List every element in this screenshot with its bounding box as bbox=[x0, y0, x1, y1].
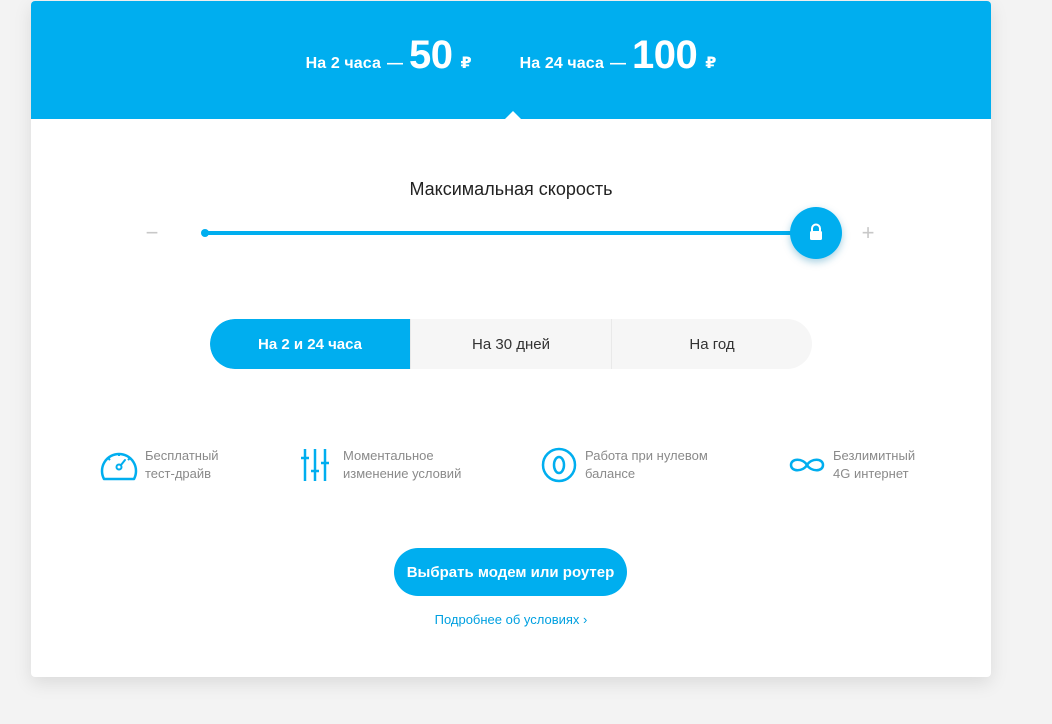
zero-balance-icon bbox=[539, 445, 579, 485]
tab-2-and-24-hours[interactable]: На 2 и 24 часа bbox=[210, 319, 410, 369]
period-tabs: На 2 и 24 часа На 30 дней На год bbox=[210, 319, 812, 369]
ruble-sign: ₽ bbox=[460, 55, 472, 72]
header-notch bbox=[504, 111, 522, 120]
feature-line: 4G интернет bbox=[833, 466, 909, 481]
choose-modem-button[interactable]: Выбрать модем или роутер bbox=[394, 548, 627, 596]
price-value: 50 bbox=[408, 33, 453, 77]
feature-line: балансе bbox=[585, 466, 636, 481]
feature-line: Бесплатный bbox=[145, 448, 219, 463]
features-row: Бесплатный тест-драйв Моментальное измен… bbox=[31, 445, 991, 485]
price-24-hours: На 24 часа — 100 ₽ bbox=[520, 35, 717, 75]
feature-text: Моментальное изменение условий bbox=[343, 447, 461, 483]
ruble-sign: ₽ bbox=[705, 55, 717, 72]
feature-unlimited: Безлимитный 4G интернет bbox=[787, 445, 915, 485]
price-2-hours: На 2 часа — 50 ₽ bbox=[306, 35, 472, 75]
price-dash: — bbox=[386, 55, 403, 72]
price-header: На 2 часа — 50 ₽ На 24 часа — 100 ₽ bbox=[31, 1, 991, 120]
sliders-icon bbox=[297, 445, 337, 485]
speed-slider-thumb[interactable] bbox=[790, 207, 842, 259]
feature-text: Бесплатный тест-драйв bbox=[145, 447, 219, 483]
feature-instant-change: Моментальное изменение условий bbox=[297, 445, 461, 485]
price-row: На 2 часа — 50 ₽ На 24 часа — 100 ₽ bbox=[31, 35, 991, 81]
speed-increase-button[interactable]: + bbox=[859, 222, 877, 244]
speed-decrease-button[interactable]: − bbox=[143, 222, 161, 244]
price-label: На 24 часа bbox=[519, 55, 604, 72]
infinity-icon bbox=[787, 445, 827, 485]
details-link[interactable]: Подробнее об условиях › bbox=[31, 612, 991, 627]
price-label: На 2 часа bbox=[305, 55, 381, 72]
feature-zero-balance: Работа при нулевом балансе bbox=[539, 445, 708, 485]
feature-line: Безлимитный bbox=[833, 448, 916, 463]
tab-year[interactable]: На год bbox=[611, 319, 812, 369]
price-value: 100 bbox=[631, 33, 698, 77]
speed-title: Максимальная скорость bbox=[409, 179, 613, 199]
feature-text: Работа при нулевом балансе bbox=[585, 447, 708, 483]
lock-icon bbox=[810, 223, 822, 240]
feature-line: изменение условий bbox=[343, 466, 462, 481]
tariff-card: На 2 часа — 50 ₽ На 24 часа — 100 ₽ Макс… bbox=[31, 1, 991, 677]
speed-slider-track[interactable] bbox=[203, 231, 823, 235]
feature-line: тест-драйв bbox=[145, 466, 212, 481]
price-dash: — bbox=[609, 55, 626, 72]
speedometer-icon bbox=[99, 445, 139, 485]
feature-line: Работа при нулевом bbox=[585, 448, 708, 463]
tab-30-days[interactable]: На 30 дней bbox=[410, 319, 611, 369]
feature-test-drive: Бесплатный тест-драйв bbox=[99, 445, 219, 485]
feature-text: Безлимитный 4G интернет bbox=[833, 447, 915, 483]
feature-line: Моментальное bbox=[343, 448, 434, 463]
